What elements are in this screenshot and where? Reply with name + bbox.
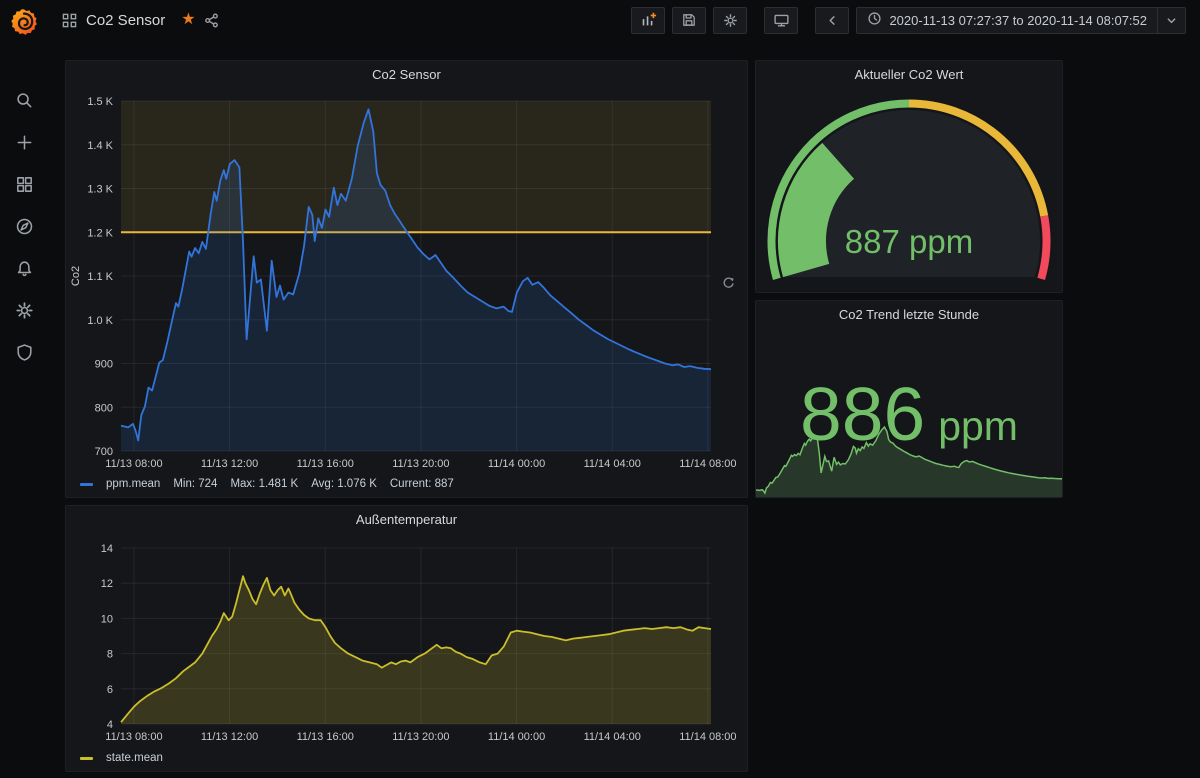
co2-timeseries-chart[interactable]: 700 800 900 1.0 K 1.1 K 1.2 K 1.3 K 1.4 K 1.5 K 1… (66, 87, 747, 479)
svg-text:11/13 12:00: 11/13 12:00 (201, 731, 258, 743)
panel-title[interactable]: Co2 Sensor (66, 61, 747, 87)
svg-text:1.1 K: 1.1 K (87, 271, 113, 283)
dashboard-grid: Co2 Sensor 700 800 900 1.0 K 1.1 K 1.2 K 1.3 K… (48, 40, 1200, 778)
svg-text:1.0 K: 1.0 K (87, 315, 113, 327)
grafana-logo-icon[interactable] (9, 7, 39, 37)
co2-legend: ppm.mean Min: 724 Max: 1.481 K Avg: 1.076 K… (80, 478, 454, 490)
svg-text:11/13 20:00: 11/13 20:00 (392, 731, 449, 743)
legend-series-color (80, 757, 93, 760)
time-range-label: 2020-11-13 07:27:37 to 2020-11-14 08:07:… (889, 13, 1147, 28)
time-range-picker[interactable]: 2020-11-13 07:27:37 to 2020-11-14 08:07:… (856, 7, 1186, 34)
svg-text:10: 10 (101, 613, 113, 625)
svg-text:1.4 K: 1.4 K (87, 140, 113, 152)
svg-text:1.3 K: 1.3 K (87, 184, 113, 196)
clock-icon (867, 11, 882, 29)
svg-text:14: 14 (101, 543, 113, 555)
legend-stat: Current: 887 (390, 478, 454, 490)
legend-series-color (80, 483, 93, 486)
legend-stat: Avg: 1.076 K (311, 478, 377, 490)
gauge-value-label: 887 ppm (845, 223, 973, 260)
favorite-star-icon[interactable]: ★ (181, 12, 195, 28)
svg-text:11/13 20:00: 11/13 20:00 (392, 458, 449, 470)
dashboard-title[interactable]: Co2 Sensor (86, 12, 165, 29)
panel-co2-trend: Co2 Trend letzte Stunde 886 ppm (755, 300, 1063, 498)
svg-text:11/13 16:00: 11/13 16:00 (297, 731, 354, 743)
svg-text:900: 900 (95, 359, 113, 371)
svg-text:11/13 08:00: 11/13 08:00 (105, 731, 162, 743)
svg-text:11/14 04:00: 11/14 04:00 (584, 731, 641, 743)
dashboards-grid-icon[interactable] (13, 173, 35, 195)
server-admin-shield-icon[interactable] (13, 341, 35, 363)
panel-co2-sensor: Co2 Sensor 700 800 900 1.0 K 1.1 K 1.2 K 1.3 K… (65, 60, 748, 498)
configuration-gear-icon[interactable] (13, 299, 35, 321)
share-icon[interactable] (203, 12, 220, 29)
svg-text:11/14 08:00: 11/14 08:00 (679, 458, 736, 470)
co2-gauge[interactable]: 887 ppm (756, 87, 1062, 292)
temperature-legend: state.mean (80, 752, 163, 764)
svg-text:8: 8 (107, 649, 113, 661)
save-dashboard-button[interactable] (672, 7, 706, 34)
add-panel-button[interactable] (631, 7, 665, 34)
top-navbar: Co2 Sensor ★ (48, 0, 1200, 40)
svg-text:4: 4 (107, 719, 113, 731)
svg-text:11/13 16:00: 11/13 16:00 (297, 458, 354, 470)
svg-text:Co2: Co2 (70, 266, 82, 286)
search-icon[interactable] (13, 89, 35, 111)
svg-text:11/14 04:00: 11/14 04:00 (584, 458, 641, 470)
svg-text:11/14 00:00: 11/14 00:00 (488, 731, 545, 743)
svg-text:700: 700 (95, 446, 113, 458)
svg-text:11/14 08:00: 11/14 08:00 (679, 731, 736, 743)
panel-aussentemperatur: Außentemperatur 4 6 8 10 12 14 11/13 08:00 11/1… (65, 505, 748, 772)
panel-loading-spinner-icon (722, 276, 735, 294)
svg-text:1.2 K: 1.2 K (87, 227, 113, 239)
panel-aktueller-co2-wert: Aktueller Co2 Wert 887 ppm (755, 60, 1063, 293)
dashboard-settings-button[interactable] (713, 7, 747, 34)
svg-text:11/13 12:00: 11/13 12:00 (201, 458, 258, 470)
explore-compass-icon[interactable] (13, 215, 35, 237)
legend-stat: Max: 1.481 K (230, 478, 298, 490)
panel-title[interactable]: Außentemperatur (66, 506, 747, 532)
svg-text:6: 6 (107, 684, 113, 696)
cycle-view-tv-button[interactable] (764, 7, 798, 34)
create-plus-icon[interactable] (13, 131, 35, 153)
time-range-back-button[interactable] (815, 7, 849, 34)
svg-text:12: 12 (101, 578, 113, 590)
svg-text:11/14 00:00: 11/14 00:00 (488, 458, 545, 470)
chevron-down-icon[interactable] (1157, 8, 1185, 33)
svg-text:800: 800 (95, 402, 113, 414)
panel-title[interactable]: Aktueller Co2 Wert (756, 61, 1062, 87)
legend-stat: Min: 724 (173, 478, 217, 490)
dashboard-squares-icon (62, 13, 77, 28)
alerting-bell-icon[interactable] (13, 257, 35, 279)
trend-sparkline (756, 421, 1062, 497)
svg-text:11/13 08:00: 11/13 08:00 (105, 458, 162, 470)
legend-series-name[interactable]: ppm.mean (106, 478, 160, 490)
panel-title[interactable]: Co2 Trend letzte Stunde (756, 301, 1062, 327)
svg-text:1.5 K: 1.5 K (87, 96, 113, 108)
legend-series-name[interactable]: state.mean (106, 752, 163, 764)
temperature-timeseries-chart[interactable]: 4 6 8 10 12 14 11/13 08:00 11/13 12:00 11/13 16:… (66, 532, 747, 750)
sidebar (0, 0, 48, 778)
